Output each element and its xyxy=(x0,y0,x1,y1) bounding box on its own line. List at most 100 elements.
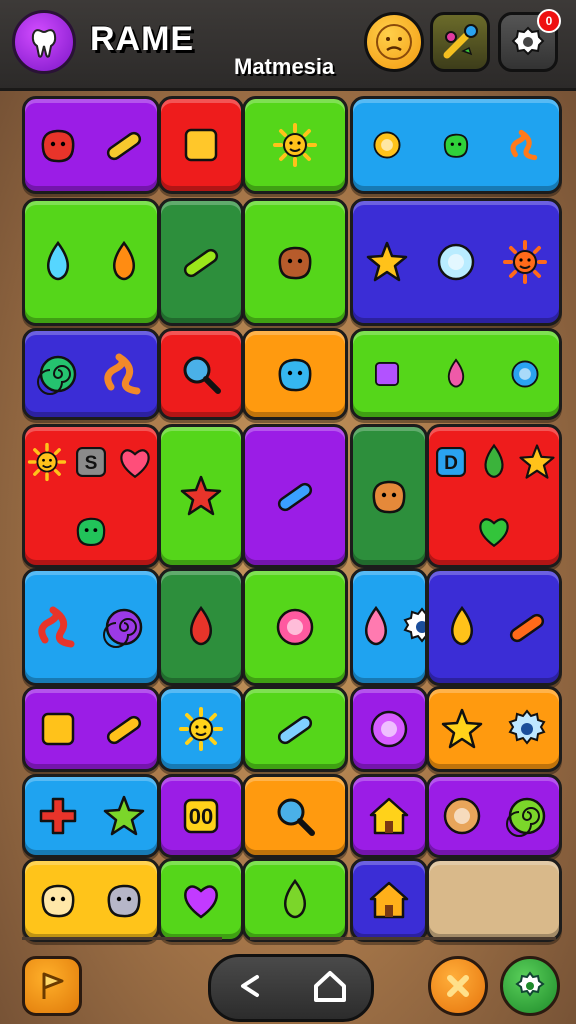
yellow-face-icon: 00 xyxy=(178,793,224,839)
sun-icon xyxy=(27,442,67,482)
board-tile[interactable] xyxy=(350,198,562,326)
board-tile[interactable] xyxy=(242,328,348,420)
board-tile[interactable]: 00 xyxy=(158,774,244,858)
strawberry-icon xyxy=(178,604,224,650)
svg-text:S: S xyxy=(85,452,98,473)
pin-icon xyxy=(353,604,399,650)
board-tile[interactable] xyxy=(22,96,160,194)
magnifier-icon xyxy=(272,793,318,839)
board-tile[interactable] xyxy=(242,858,348,942)
board-tile[interactable] xyxy=(158,424,244,568)
magnifier-icon xyxy=(178,351,224,397)
board-tile[interactable] xyxy=(158,198,244,326)
board-tile[interactable] xyxy=(350,568,428,686)
bent-bar-icon xyxy=(101,706,147,752)
banana-icon xyxy=(178,239,224,285)
board-tile[interactable] xyxy=(22,328,160,420)
smiley-icon xyxy=(178,706,224,752)
exclamation-icon xyxy=(504,604,550,650)
sun-icon xyxy=(272,122,318,168)
green-spiral-icon xyxy=(504,793,550,839)
blue-cloud-icon xyxy=(272,351,318,397)
game-title: RAME xyxy=(90,20,195,58)
board-tile[interactable]: S xyxy=(22,424,160,568)
board-tile[interactable] xyxy=(350,686,428,772)
board-tile[interactable] xyxy=(426,686,562,772)
letter-d-icon: D xyxy=(431,442,471,482)
settings-icon[interactable] xyxy=(500,956,560,1016)
leaf-eye-icon xyxy=(101,239,147,285)
cube-icon xyxy=(35,706,81,752)
grey-cat-icon xyxy=(101,877,147,923)
board-tile[interactable] xyxy=(242,198,348,326)
kite-icon xyxy=(178,473,224,519)
flag-icon[interactable] xyxy=(22,956,82,1016)
cat-face-icon xyxy=(35,877,81,923)
board-tile[interactable] xyxy=(350,96,562,194)
green-heart-icon xyxy=(474,511,514,551)
board-tile[interactable] xyxy=(350,328,562,420)
board-tile[interactable] xyxy=(22,774,160,858)
house-icon xyxy=(366,793,412,839)
divider xyxy=(250,937,556,940)
board-tile[interactable] xyxy=(22,198,160,326)
pink-crystal-icon xyxy=(439,357,473,391)
green-frog-icon xyxy=(71,511,111,551)
lollipop-icon xyxy=(370,128,404,162)
gem-icon xyxy=(370,357,404,391)
ring-icon xyxy=(366,706,412,752)
board-tile[interactable] xyxy=(426,568,562,686)
top-bar: RAME Matmesia 0 xyxy=(0,0,576,91)
sun-gear-icon xyxy=(504,706,550,752)
candy-icon[interactable] xyxy=(430,12,490,72)
rainbow-icon xyxy=(508,128,542,162)
green-blob-icon xyxy=(439,128,473,162)
star-icon xyxy=(439,706,485,752)
board-tile[interactable] xyxy=(350,424,428,568)
board-tile[interactable]: D xyxy=(426,424,562,568)
shield-icon xyxy=(366,877,412,923)
svg-text:D: D xyxy=(444,452,458,473)
board-tile[interactable] xyxy=(158,568,244,686)
board-tile[interactable] xyxy=(242,424,348,568)
swirl-candy-icon xyxy=(35,351,81,397)
bottle-icon xyxy=(272,706,318,752)
red-cross-icon xyxy=(35,793,81,839)
svg-text:00: 00 xyxy=(189,804,213,829)
heart-box-icon xyxy=(178,877,224,923)
dog-icon xyxy=(272,239,318,285)
board-tile[interactable] xyxy=(242,568,348,686)
cookie-icon xyxy=(439,793,485,839)
board-tile[interactable] xyxy=(158,686,244,772)
board-tile[interactable] xyxy=(242,686,348,772)
racket-icon xyxy=(35,239,81,285)
board-tile[interactable] xyxy=(350,774,428,858)
stars-icon xyxy=(364,239,410,285)
board-tile[interactable] xyxy=(242,96,348,194)
star-figure-icon xyxy=(517,442,557,482)
jar-icon: S xyxy=(71,442,111,482)
board-tile[interactable] xyxy=(158,858,244,942)
tooth-icon[interactable] xyxy=(12,10,76,74)
settings-icon[interactable]: 0 xyxy=(498,9,561,72)
home-icon[interactable] xyxy=(310,966,350,1011)
board-tile[interactable] xyxy=(426,858,562,942)
notification-badge: 0 xyxy=(537,9,561,33)
divider xyxy=(22,937,222,940)
board-tile[interactable] xyxy=(22,568,160,686)
close-icon[interactable] xyxy=(428,956,488,1016)
board-tile[interactable] xyxy=(242,774,348,858)
face-icon[interactable] xyxy=(364,12,424,72)
kangaroo-icon xyxy=(366,473,412,519)
board-tile[interactable] xyxy=(22,858,160,942)
board-tile[interactable] xyxy=(350,858,428,942)
drill-icon xyxy=(439,604,485,650)
board-tile[interactable] xyxy=(158,96,244,194)
board-tile[interactable] xyxy=(22,686,160,772)
board-tile[interactable] xyxy=(158,328,244,420)
back-icon[interactable] xyxy=(233,969,267,1008)
green-plane-icon xyxy=(101,793,147,839)
flower-icon xyxy=(115,442,155,482)
beach-ball-icon xyxy=(272,604,318,650)
board-tile[interactable] xyxy=(426,774,562,858)
